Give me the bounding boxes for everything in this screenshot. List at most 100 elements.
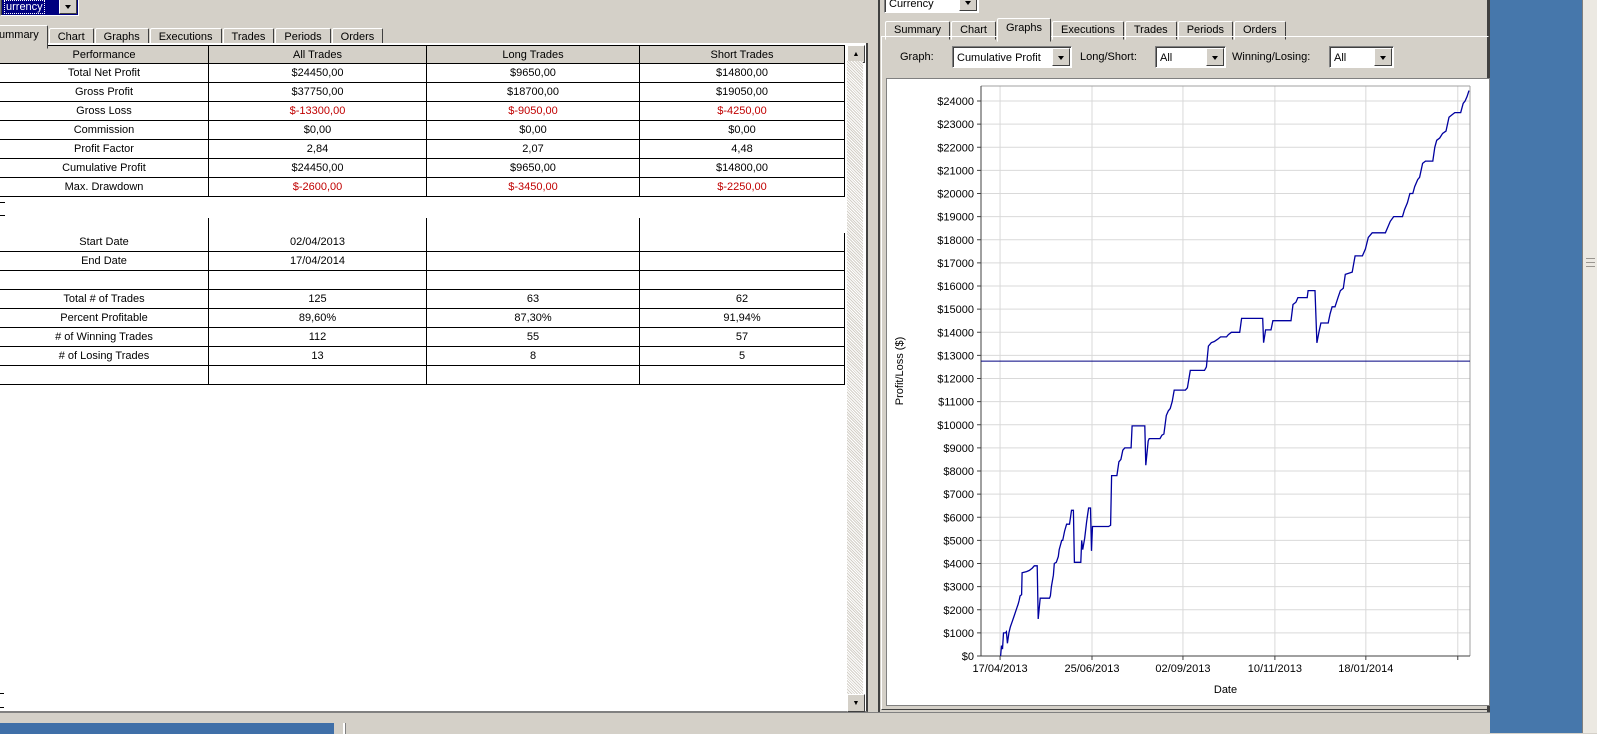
table-cell: 8 <box>427 347 640 366</box>
taskbar-blue-bar <box>0 723 334 734</box>
scrollbar-track[interactable] <box>847 61 863 694</box>
table-cell: 112 <box>209 328 427 347</box>
right-edge-strip <box>1582 0 1597 733</box>
left-currency-dropdown[interactable]: urrency <box>0 0 79 16</box>
svg-text:$2000: $2000 <box>943 605 974 617</box>
svg-text:$17000: $17000 <box>937 258 974 270</box>
chevron-down-icon <box>1212 56 1218 63</box>
table-cell <box>640 366 845 385</box>
table-cell: # of Losing Trades <box>0 347 209 366</box>
svg-text:$21000: $21000 <box>937 165 974 177</box>
tab-graphs[interactable]: Graphs <box>997 18 1051 42</box>
svg-text:$23000: $23000 <box>937 119 974 131</box>
table-cell: $14800,00 <box>640 64 845 83</box>
svg-text:$18000: $18000 <box>937 235 974 247</box>
svg-text:Profit/Loss ($): Profit/Loss ($) <box>894 337 906 405</box>
svg-text:$15000: $15000 <box>937 304 974 316</box>
svg-text:17/04/2013: 17/04/2013 <box>973 663 1028 675</box>
column-header: Short Trades <box>640 45 845 64</box>
chevron-down-icon <box>65 5 71 12</box>
table-row: # of Losing Trades1385 <box>0 347 845 366</box>
resize-grip-icon[interactable] <box>1586 258 1595 269</box>
table-row: Percent Profitable89,60%87,30%91,94% <box>0 309 845 328</box>
table-cell: 02/04/2013 <box>209 233 427 252</box>
svg-text:$10000: $10000 <box>937 420 974 432</box>
grid-stub <box>639 218 640 233</box>
svg-text:$5000: $5000 <box>943 535 974 547</box>
table-row: # of Winning Trades1125557 <box>0 328 845 347</box>
desktop-band <box>1490 0 1582 733</box>
chevron-down-icon <box>1058 56 1064 63</box>
graph-dropdown[interactable]: Cumulative Profit <box>952 46 1072 68</box>
svg-text:$3000: $3000 <box>943 582 974 594</box>
table-cell: 17/04/2014 <box>209 252 427 271</box>
table-cell: $0,00 <box>209 121 427 140</box>
table-cell: $-13300,00 <box>209 102 427 121</box>
table-cell: $14800,00 <box>640 159 845 178</box>
table-cell: Gross Loss <box>0 102 209 121</box>
winning-losing-dropdown-button[interactable] <box>1374 48 1392 66</box>
table-cell: 2,84 <box>209 140 427 159</box>
table-cell: $-3450,00 <box>427 178 640 197</box>
svg-text:$12000: $12000 <box>937 374 974 386</box>
table-cell: Total Net Profit <box>0 64 209 83</box>
performance-table: PerformanceAll TradesLong TradesShort Tr… <box>0 43 845 711</box>
row-mark <box>0 693 4 694</box>
winning-losing-dropdown[interactable]: All <box>1329 46 1394 68</box>
table-cell: 4,48 <box>640 140 845 159</box>
tab-ummary[interactable]: ummary <box>0 25 48 49</box>
left-currency-dropdown-button[interactable] <box>59 0 77 14</box>
table-cell: $19050,00 <box>640 83 845 102</box>
table-cell: 91,94% <box>640 309 845 328</box>
row-mark <box>0 707 4 708</box>
graph-label: Graph: <box>900 51 934 63</box>
table-cell <box>640 271 845 290</box>
chart-area: $0$1000$2000$3000$4000$5000$6000$7000$80… <box>886 78 1490 706</box>
svg-text:25/06/2013: 25/06/2013 <box>1064 663 1119 675</box>
table-cell <box>209 366 427 385</box>
table-cell: $18700,00 <box>427 83 640 102</box>
grid-stub <box>208 218 209 233</box>
svg-text:10/11/2013: 10/11/2013 <box>1248 663 1302 675</box>
graph-dropdown-value: Cumulative Profit <box>957 52 1041 64</box>
left-currency-value: urrency <box>5 1 44 13</box>
graph-dropdown-button[interactable] <box>1052 48 1070 66</box>
table-row: Commission$0,00$0,00$0,00 <box>0 121 845 140</box>
long-short-dropdown[interactable]: All <box>1155 46 1226 68</box>
table-cell: 55 <box>427 328 640 347</box>
table-cell: 57 <box>640 328 845 347</box>
right-currency-dropdown-button[interactable] <box>959 0 977 11</box>
row-mark <box>0 202 5 203</box>
summary-sheet: PerformanceAll TradesLong TradesShort Tr… <box>0 43 868 712</box>
scrollbar-down-button[interactable]: ▼ <box>847 694 865 712</box>
svg-text:02/09/2013: 02/09/2013 <box>1155 663 1210 675</box>
table-cell <box>640 252 845 271</box>
svg-text:$6000: $6000 <box>943 512 974 524</box>
table-cell: 13 <box>209 347 427 366</box>
app-window: { "left_panel": { "currency_combo_value"… <box>0 0 1597 733</box>
table-cell: $-2600,00 <box>209 178 427 197</box>
chevron-down-icon <box>965 1 971 8</box>
table-cell <box>0 271 209 290</box>
table-cell: 2,07 <box>427 140 640 159</box>
table-cell: Percent Profitable <box>0 309 209 328</box>
table-cell <box>640 233 845 252</box>
table-cell: $9650,00 <box>427 159 640 178</box>
svg-text:$19000: $19000 <box>937 212 974 224</box>
table-cell <box>427 233 640 252</box>
long-short-dropdown-button[interactable] <box>1206 48 1224 66</box>
table-cell: Max. Drawdown <box>0 178 209 197</box>
table-row: Total Net Profit$24450,00$9650,00$14800,… <box>0 64 845 83</box>
table-cell: Cumulative Profit <box>0 159 209 178</box>
bottom-divider <box>343 723 346 734</box>
table-cell <box>427 252 640 271</box>
table-cell: 5 <box>640 347 845 366</box>
table-row: Cumulative Profit$24450,00$9650,00$14800… <box>0 159 845 178</box>
table-cell: $0,00 <box>427 121 640 140</box>
svg-text:$8000: $8000 <box>943 466 974 478</box>
right-currency-dropdown[interactable]: Currency <box>884 0 979 13</box>
table-cell: $0,00 <box>640 121 845 140</box>
svg-text:$16000: $16000 <box>937 281 974 293</box>
table-cell: $24450,00 <box>209 64 427 83</box>
table-row <box>0 366 845 385</box>
